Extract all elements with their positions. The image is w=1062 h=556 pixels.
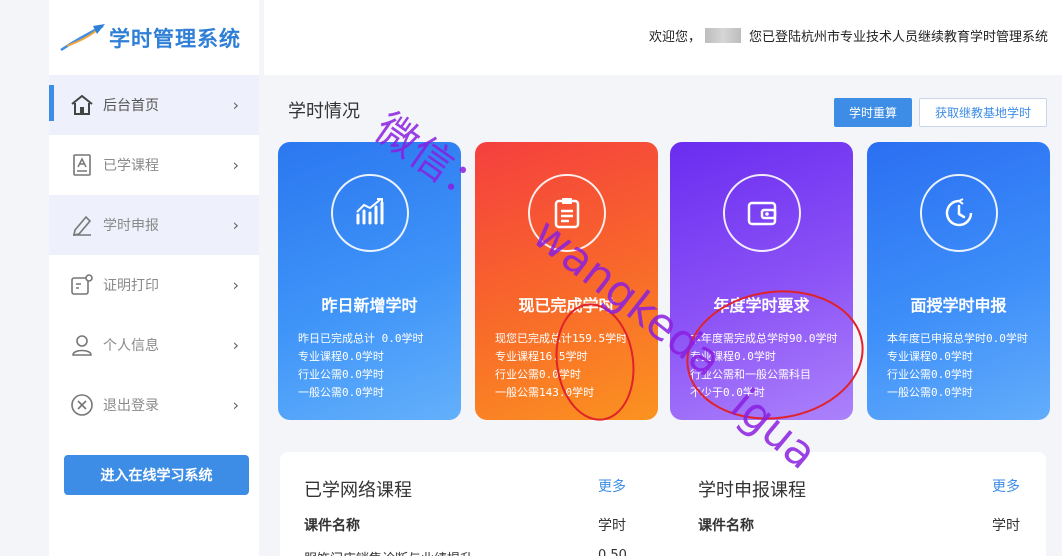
card-line: 一般公需0.0学时 [887,386,973,399]
card-line: 专业课程0.0学时 [887,350,973,363]
card-face-to-face-declare: 面授学时申报 本年度已申报总学时0.0学时 专业课程0.0学时 行业公需0.0学… [867,142,1050,420]
sidebar-item-label: 后台首页 [103,98,159,114]
card-line: 行业公需0.0学时 [495,368,581,381]
chevron-right-icon: › [232,335,239,355]
chevron-right-icon: › [232,95,239,115]
sidebar-item-certificate-print[interactable]: 证明打印 › [49,255,259,315]
card-yesterday-hours: 昨日新增学时 昨日已完成总计 0.0学时 专业课程0.0学时 行业公需0.0学时… [278,142,461,420]
welcome-suffix: 您已登陆杭州市专业技术人员继续教育学时管理系统 [748,30,1048,45]
sidebar-item-logout[interactable]: 退出登录 › [49,375,259,435]
card-details: 现您已完成总计159.5学时 专业课程16.5学时 行业公需0.0学时 一般公需… [495,330,627,402]
online-courses-title: 已学网络课程 [304,480,412,501]
courses-panel: 已学网络课程 更多 课件名称 学时 服饰门店销售诊断与业绩提升 0.50 学时申… [280,452,1046,556]
app-title: 学时管理系统 [109,25,241,51]
card-title: 面授学时申报 [910,296,1007,315]
print-icon [69,272,95,298]
card-details: 本年度需完成总学时90.0学时 专业课程0.0学时 行业公需和一般公需科目 不少… [690,330,838,402]
card-completed-hours: 现已完成学时 现您已完成总计159.5学时 专业课程16.5学时 行业公需0.0… [475,142,658,420]
card-line: 现您已完成总计159.5学时 [495,332,628,345]
card-line: 行业公需0.0学时 [298,368,384,381]
declared-courses-col-hours: 学时 [992,518,1020,534]
user-icon [69,332,95,358]
online-course-row-hours: 0.50 [598,548,627,556]
recalc-hours-button[interactable]: 学时重算 [834,98,912,127]
card-line: 专业课程16.5学时 [495,350,588,363]
sidebar-item-courses[interactable]: 已学课程 › [49,135,259,195]
left-gutter [0,0,49,556]
sidebar-item-label: 学时申报 [103,218,159,234]
online-courses-more-link[interactable]: 更多 [598,476,626,496]
card-details: 昨日已完成总计 0.0学时 专业课程0.0学时 行业公需0.0学时 一般公需0.… [298,330,424,402]
declared-courses-more-link[interactable]: 更多 [992,476,1020,496]
enter-online-learning-button[interactable]: 进入在线学习系统 [64,455,249,495]
top-header: 欢迎您， 您已登陆杭州市专业技术人员继续教育学时管理系统 [264,0,1062,75]
card-details: 本年度已申报总学时0.0学时 专业课程0.0学时 行业公需0.0学时 一般公需0… [887,330,1028,402]
card-title: 昨日新增学时 [321,296,418,315]
card-title: 现已完成学时 [518,296,615,315]
sidebar-item-profile[interactable]: 个人信息 › [49,315,259,375]
clock-icon [919,174,998,252]
card-line: 专业课程0.0学时 [690,350,776,363]
online-courses-col-name: 课件名称 [304,518,360,534]
card-line: 行业公需和一般公需科目 [690,368,811,381]
card-line: 行业公需0.0学时 [887,368,973,381]
card-annual-requirement: 年度学时要求 本年度需完成总学时90.0学时 专业课程0.0学时 行业公需和一般… [670,142,853,420]
card-line: 专业课程0.0学时 [298,350,384,363]
sidebar-item-label: 证明打印 [103,278,159,294]
card-line: 昨日已完成总计 0.0学时 [298,332,424,345]
logo[interactable]: 学时管理系统 [49,0,259,75]
sidebar-item-label: 退出登录 [103,398,159,414]
chevron-right-icon: › [232,395,239,415]
chevron-right-icon: › [232,275,239,295]
sidebar-item-home[interactable]: 后台首页 › [49,75,259,135]
wallet-icon [722,174,801,252]
card-line: 一般公需0.0学时 [298,386,384,399]
chart-icon [330,174,409,252]
paper-plane-logo-icon [57,20,107,56]
online-courses-col-hours: 学时 [598,518,626,534]
welcome-prefix: 欢迎您， [648,30,701,45]
edit-icon [69,212,95,238]
fetch-base-hours-button[interactable]: 获取继教基地学时 [919,98,1047,127]
home-icon [69,92,95,118]
card-line: 一般公需143.0学时 [495,386,595,399]
section-title: 学时情况 [288,101,360,122]
declared-courses-title: 学时申报课程 [698,480,806,501]
clipboard-icon [527,174,606,252]
sidebar-item-label: 已学课程 [103,158,159,174]
chevron-right-icon: › [232,215,239,235]
declared-courses-col-name: 课件名称 [698,518,754,534]
username-redacted [704,28,741,43]
welcome-message: 欢迎您， 您已登陆杭州市专业技术人员继续教育学时管理系统 [649,26,1048,45]
card-line: 本年度已申报总学时0.0学时 [887,332,1028,345]
card-line: 不少于0.0学时 [690,386,765,399]
sidebar-item-hours-declare[interactable]: 学时申报 › [49,195,259,255]
sidebar-item-label: 个人信息 [103,338,159,354]
sidebar: 学时管理系统 后台首页 › 已学课程 › 学时申报 › 证明打印 › 个人信息 [49,0,259,556]
close-circle-icon [69,392,95,418]
online-course-row-name[interactable]: 服饰门店销售诊断与业绩提升 [304,548,473,556]
chevron-right-icon: › [232,155,239,175]
card-line: 本年度需完成总学时90.0学时 [690,332,838,345]
card-title: 年度学时要求 [713,296,810,315]
document-icon [69,152,95,178]
